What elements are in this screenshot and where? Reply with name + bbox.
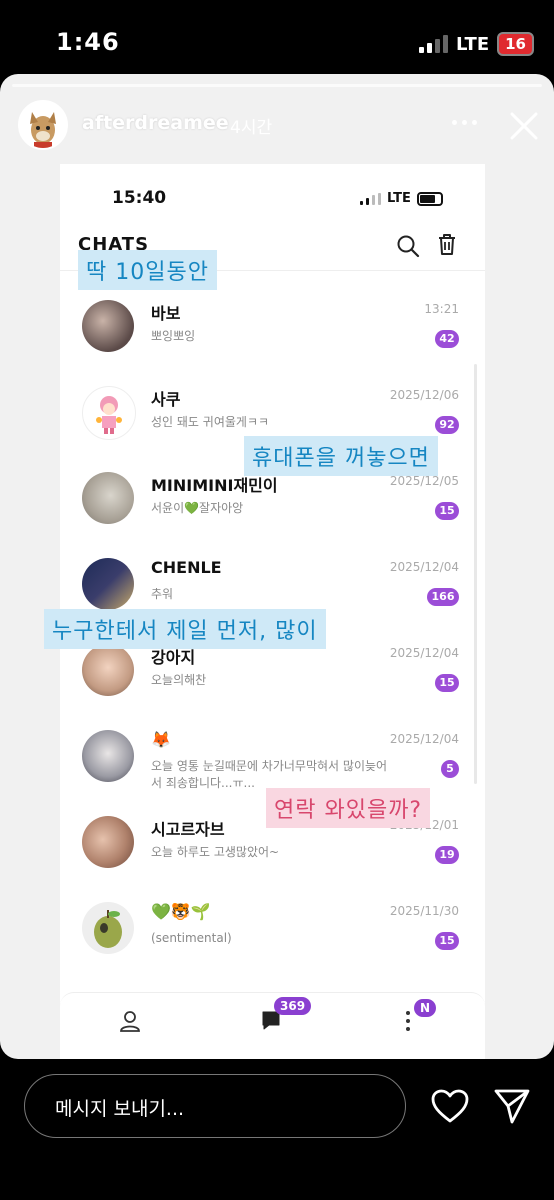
friends-icon[interactable] [118,1009,142,1033]
chat-row[interactable]: 💚🐯🌱 (sentimental) 2025/11/30 15 [60,902,485,988]
chat-name: 사쿠 [151,390,181,409]
avatar [82,816,134,868]
inner-status-indicators: LTE [360,191,443,206]
chat-preview: 오늘 영통 눈길때문에 차가너무막혀서 많이늦어서 죄송합니다...ㅠ... [151,759,388,790]
chat-preview: 오늘의해찬 [151,673,207,687]
unread-badge: 166 [427,588,459,606]
chat-preview: 추워 [151,587,174,601]
chat-preview: 서윤이💚잘자아앙 [151,501,244,515]
network-label: LTE [456,33,490,55]
chat-date: 13:21 [424,302,459,316]
avatar [82,730,134,782]
status-indicators: LTE 16 [419,32,534,56]
chat-preview: 성인 돼도 귀여울게ㅋㅋ [151,415,270,429]
chat-date: 2025/12/06 [389,388,459,402]
chat-count-badge: 369 [274,997,312,1015]
inner-network-label: LTE [387,191,411,206]
chat-preview: 오늘 하루도 고생많았어~ [151,845,280,859]
text-sticker: 누구한테서 제일 먼저, 많이 [44,609,326,649]
story-progress-bar [12,84,542,87]
avatar [82,558,134,610]
close-icon[interactable] [508,110,540,142]
chat-date: 2025/12/05 [389,474,459,488]
story-username[interactable]: afterdreamee [82,112,229,134]
unread-badge: 42 [435,330,459,348]
avatar [82,902,134,954]
avatar [82,644,134,696]
avatar [82,300,134,352]
unread-badge: 15 [435,674,459,692]
message-placeholder: 메시지 보내기... [55,1098,185,1120]
story-timestamp: 4시간 [230,118,273,138]
chat-date: 2025/11/30 [389,904,459,918]
avatar [82,472,134,524]
chat-name: 💚🐯🌱 [151,902,211,921]
more-options-icon[interactable] [452,120,477,125]
story-avatar[interactable] [18,100,68,150]
trash-icon[interactable] [436,232,458,256]
send-icon[interactable] [492,1086,532,1126]
chat-row[interactable]: 바보 뽀잉뽀잉 13:21 42 [60,300,485,386]
chat-date: 2025/12/04 [389,646,459,660]
chat-name: 바보 [151,304,181,323]
new-badge: N [414,999,437,1017]
chat-row[interactable]: 강아지 오늘의해찬 2025/12/04 15 [60,644,485,730]
text-sticker: 딱 10일동안 [78,250,217,290]
unread-badge: 15 [435,502,459,520]
unread-badge: 92 [435,416,459,434]
chat-row[interactable]: 시고르자브 오늘 하루도 고생많았어~ 2025/12/01 19 [60,816,485,902]
signal-icon [419,35,449,53]
chat-date: 2025/12/04 [389,560,459,574]
status-time: 1:46 [56,28,120,56]
chat-row[interactable]: MINIMINI재민이 서윤이💚잘자아앙 2025/12/05 15 [60,472,485,558]
text-sticker: 휴대폰을 꺼놓으면 [244,436,438,476]
chat-preview: (sentimental) [151,931,232,945]
text-sticker: 연락 와있을까? [266,788,431,828]
heart-icon[interactable] [430,1088,470,1124]
chat-name: 시고르자브 [151,820,225,839]
inner-status-time: 15:40 [112,188,167,208]
inner-battery-icon [416,191,443,206]
chat-date: 2025/12/04 [389,732,459,746]
chat-name: CHENLE [151,558,222,577]
unread-badge: 15 [435,932,459,950]
message-input[interactable]: 메시지 보내기... [24,1074,406,1138]
chat-preview: 뽀잉뽀잉 [151,329,196,343]
unread-badge: 19 [435,846,459,864]
avatar [82,386,136,440]
unread-badge: 5 [441,760,459,778]
bottom-nav: 369 N [60,992,485,1057]
chat-name: 🦊 [151,730,171,749]
battery-indicator: 16 [497,32,534,56]
more-icon[interactable] [403,1008,413,1034]
inner-signal-icon [360,192,381,205]
story-card: 15:40 LTE CHATS 바보 뽀잉뽀잉 13:21 42 사쿠 성인 돼… [0,74,554,1059]
search-icon[interactable] [396,234,420,258]
